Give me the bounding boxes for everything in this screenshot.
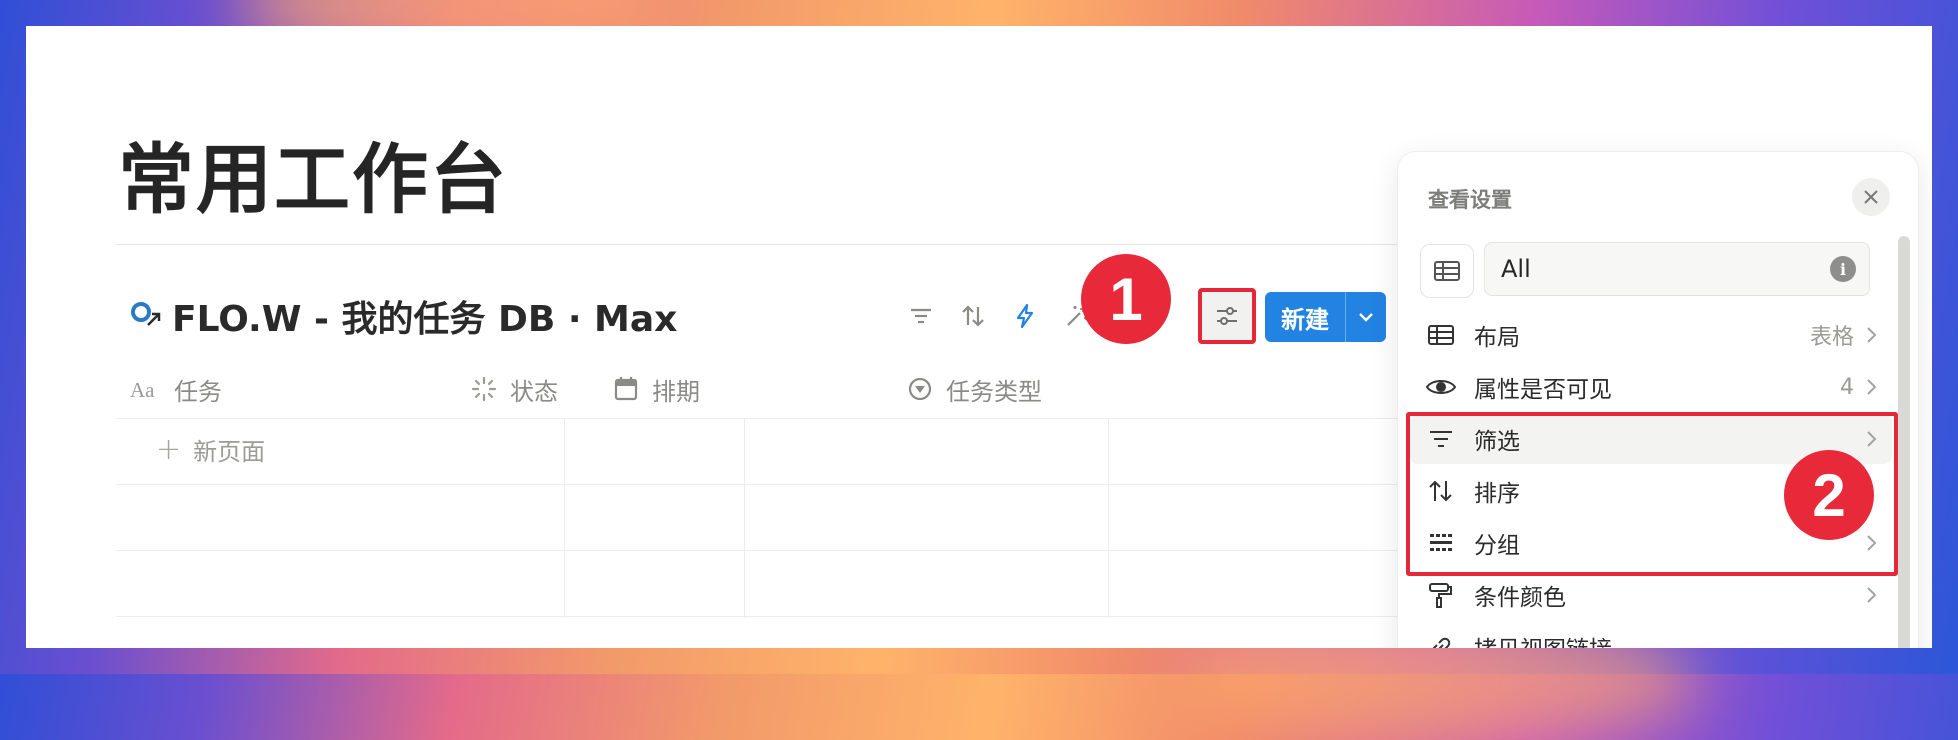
group-icon bbox=[1430, 534, 1452, 551]
svg-text:Aa: Aa bbox=[130, 378, 155, 401]
link-icon bbox=[1432, 637, 1451, 648]
new-page-label: 新页面 bbox=[193, 438, 266, 466]
divider bbox=[116, 244, 1416, 245]
chevron-right-icon bbox=[1867, 431, 1877, 447]
column-header-task[interactable]: Aa 任务 bbox=[130, 360, 222, 418]
chevron-right-icon bbox=[1867, 327, 1877, 343]
step-badge-2: 2 bbox=[1784, 450, 1874, 540]
menu-item-label: 拷贝视图链接 bbox=[1474, 630, 1892, 648]
row-divider bbox=[116, 418, 1406, 419]
new-dropdown-button[interactable] bbox=[1346, 292, 1386, 342]
new-button-label[interactable]: 新建 bbox=[1265, 292, 1346, 342]
column-label: 任务类型 bbox=[946, 377, 1042, 406]
menu-item-label: 条件颜色 bbox=[1474, 585, 1566, 611]
column-divider bbox=[744, 418, 745, 618]
column-header-status[interactable]: 状态 bbox=[470, 360, 558, 418]
new-button[interactable]: 新建 bbox=[1265, 292, 1386, 342]
column-divider bbox=[1108, 418, 1109, 618]
view-settings-button[interactable] bbox=[1198, 288, 1256, 344]
filter-icon bbox=[1430, 431, 1452, 447]
calendar-icon bbox=[614, 377, 638, 401]
page-title: 常用工作台 bbox=[118, 135, 508, 224]
view-icon-button[interactable] bbox=[1420, 244, 1474, 298]
row-divider bbox=[116, 616, 1406, 617]
sort-icon bbox=[1429, 480, 1452, 502]
menu-item-value: 表格 bbox=[1809, 325, 1854, 350]
title-aa-icon: Aa bbox=[130, 378, 155, 401]
menu-item-copy-view-link[interactable]: 拷贝视图链接 bbox=[1410, 622, 1892, 648]
menu-item-property-visibility[interactable]: 属性是否可见 4 bbox=[1410, 362, 1892, 412]
menu-item-conditional-color[interactable]: 条件颜色 bbox=[1410, 570, 1892, 620]
menu-item-layout[interactable]: 布局 表格 bbox=[1410, 310, 1892, 360]
chevron-right-icon bbox=[1867, 587, 1877, 603]
step-badge-1: 1 bbox=[1081, 254, 1171, 344]
select-circle-icon bbox=[908, 377, 932, 401]
filter-button[interactable] bbox=[904, 299, 938, 333]
workspace-page: 常用工作台 FLO.W - 我的任务 DB · Max 1 新建 Aa 任务 状… bbox=[26, 26, 1932, 648]
eye-icon bbox=[1425, 380, 1457, 394]
status-spinner-icon bbox=[471, 376, 497, 402]
column-label: 状态 bbox=[510, 377, 558, 406]
row-divider bbox=[116, 550, 1406, 551]
column-header-task-type[interactable]: 任务类型 bbox=[906, 360, 1042, 418]
automation-button[interactable] bbox=[1008, 299, 1042, 333]
close-icon bbox=[1864, 190, 1878, 204]
menu-item-label: 筛选 bbox=[1474, 429, 1520, 455]
menu-item-value: 4 bbox=[1840, 374, 1854, 400]
chevron-down-icon bbox=[1359, 313, 1373, 322]
filter-icon bbox=[911, 308, 931, 324]
paint-roller-icon bbox=[1429, 583, 1452, 608]
flow-logo-icon bbox=[131, 302, 161, 326]
table-layout-icon bbox=[1428, 325, 1454, 345]
database-toolbar bbox=[904, 288, 1094, 344]
menu-item-label: 属性是否可见 bbox=[1474, 377, 1612, 403]
new-page-row[interactable]: + 新页面 bbox=[156, 432, 265, 467]
chevron-right-icon bbox=[1867, 379, 1877, 395]
menu-item-label: 布局 bbox=[1474, 325, 1520, 351]
sort-icon bbox=[962, 305, 984, 327]
column-divider bbox=[564, 418, 565, 618]
chevron-right-icon bbox=[1867, 535, 1877, 551]
panel-scrollbar[interactable] bbox=[1898, 236, 1910, 648]
close-button[interactable] bbox=[1852, 178, 1890, 216]
panel-title: 查看设置 bbox=[1428, 188, 1512, 212]
view-settings-icon bbox=[1217, 307, 1237, 325]
database-title[interactable]: FLO.W - 我的任务 DB · Max bbox=[172, 290, 677, 342]
table-view-icon bbox=[1434, 261, 1460, 281]
database-header: FLO.W - 我的任务 DB · Max bbox=[128, 288, 677, 344]
sort-button[interactable] bbox=[956, 299, 990, 333]
column-header-schedule[interactable]: 排期 bbox=[612, 360, 700, 418]
view-settings-panel: 查看设置 i 布局 表格 属性是否可见 4 筛选 排序 bbox=[1398, 152, 1918, 648]
column-label: 排期 bbox=[652, 377, 700, 406]
info-icon[interactable]: i bbox=[1830, 256, 1856, 282]
plus-icon: + bbox=[156, 432, 182, 467]
automation-lightning-icon bbox=[1016, 303, 1034, 329]
row-divider bbox=[116, 484, 1406, 485]
view-name-input[interactable] bbox=[1484, 242, 1870, 296]
column-label: 任务 bbox=[174, 377, 222, 406]
